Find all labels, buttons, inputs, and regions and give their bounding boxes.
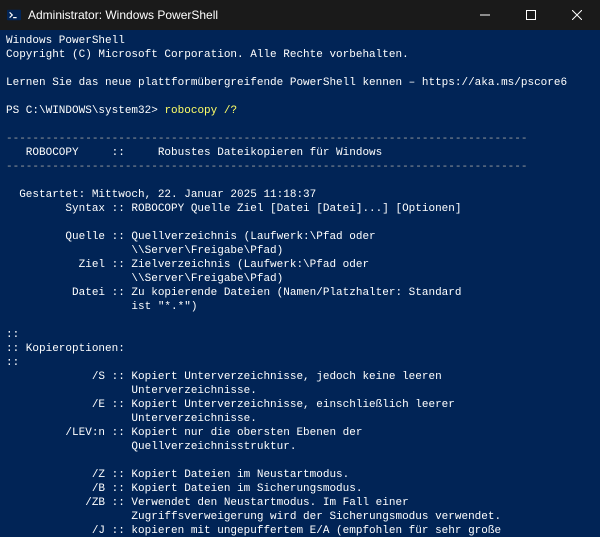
- command-text: robocopy /?: [164, 105, 237, 117]
- powershell-window: Administrator: Windows PowerShell Window…: [0, 0, 600, 537]
- terminal-line: [6, 62, 594, 76]
- terminal-line: /S :: Kopiert Unterverzeichnisse, jedoch…: [6, 370, 594, 384]
- terminal-line: Lernen Sie das neue plattformübergreifen…: [6, 76, 594, 90]
- titlebar[interactable]: Administrator: Windows PowerShell: [0, 0, 600, 30]
- terminal-line: [6, 174, 594, 188]
- terminal-line: Syntax :: ROBOCOPY Quelle Ziel [Datei [D…: [6, 202, 594, 216]
- window-buttons: [462, 0, 600, 30]
- terminal-line: /B :: Kopiert Dateien im Sicherungsmodus…: [6, 482, 594, 496]
- terminal-line: [6, 118, 594, 132]
- terminal-line: ::: [6, 356, 594, 370]
- terminal-line: ----------------------------------------…: [6, 160, 594, 174]
- terminal-line: Gestartet: Mittwoch, 22. Januar 2025 11:…: [6, 188, 594, 202]
- close-button[interactable]: [554, 0, 600, 30]
- terminal-line: \\Server\Freigabe\Pfad): [6, 272, 594, 286]
- terminal-line: ROBOCOPY :: Robustes Dateikopieren für W…: [6, 146, 594, 160]
- terminal-line: Unterverzeichnisse.: [6, 412, 594, 426]
- terminal-line: Quellverzeichnisstruktur.: [6, 440, 594, 454]
- window-title: Administrator: Windows PowerShell: [28, 8, 462, 22]
- terminal-line: Quelle :: Quellverzeichnis (Laufwerk:\Pf…: [6, 230, 594, 244]
- minimize-button[interactable]: [462, 0, 508, 30]
- terminal-line: [6, 454, 594, 468]
- terminal-line: Windows PowerShell: [6, 34, 594, 48]
- terminal-line: Zugriffsverweigerung wird der Sicherungs…: [6, 510, 594, 524]
- terminal-line: /Z :: Kopiert Dateien im Neustartmodus.: [6, 468, 594, 482]
- terminal-line: [6, 90, 594, 104]
- terminal-line: /LEV:n :: Kopiert nur die obersten Ebene…: [6, 426, 594, 440]
- terminal-line: ----------------------------------------…: [6, 132, 594, 146]
- prompt: PS C:\WINDOWS\system32>: [6, 105, 164, 117]
- terminal-line: :: Kopieroptionen:: [6, 342, 594, 356]
- terminal-line: ::: [6, 328, 594, 342]
- terminal-line: [6, 314, 594, 328]
- terminal-line: PS C:\WINDOWS\system32> robocopy /?: [6, 104, 594, 118]
- terminal-line: ist "*.*"): [6, 300, 594, 314]
- terminal-line: \\Server\Freigabe\Pfad): [6, 244, 594, 258]
- maximize-button[interactable]: [508, 0, 554, 30]
- powershell-icon: [6, 7, 22, 23]
- terminal-output[interactable]: Windows PowerShellCopyright (C) Microsof…: [0, 30, 600, 537]
- terminal-line: /ZB :: Verwendet den Neustartmodus. Im F…: [6, 496, 594, 510]
- terminal-line: Ziel :: Zielverzeichnis (Laufwerk:\Pfad …: [6, 258, 594, 272]
- terminal-line: [6, 216, 594, 230]
- terminal-line: Datei :: Zu kopierende Dateien (Namen/Pl…: [6, 286, 594, 300]
- terminal-line: /J :: kopieren mit ungepuffertem E/A (em…: [6, 524, 594, 537]
- terminal-line: Copyright (C) Microsoft Corporation. All…: [6, 48, 594, 62]
- terminal-line: /E :: Kopiert Unterverzeichnisse, einsch…: [6, 398, 594, 412]
- terminal-line: Unterverzeichnisse.: [6, 384, 594, 398]
